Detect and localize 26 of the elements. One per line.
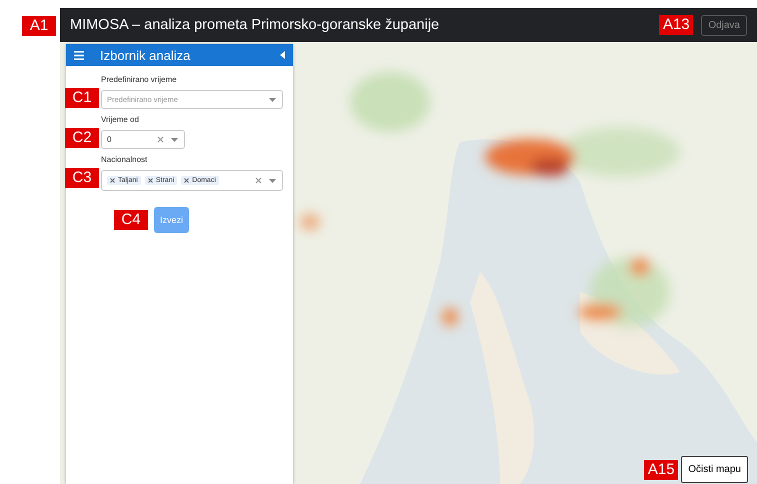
callout-label: C3: [65, 168, 99, 188]
sidebar-title: Izbornik analiza: [100, 48, 192, 62]
clear-icon: [157, 136, 164, 143]
callout-label: A15: [644, 460, 678, 480]
menu-icon: [74, 50, 84, 60]
select-value: 0: [107, 135, 112, 144]
logout-button[interactable]: Odjava: [701, 14, 747, 36]
remove-icon: [184, 178, 190, 183]
callout-label: C2: [65, 128, 99, 148]
caret-icon: [268, 96, 277, 102]
caret-icon: [268, 178, 277, 184]
field-label: Nacionalnost: [101, 155, 148, 164]
remove-icon: [110, 178, 115, 183]
clear-icon: [255, 177, 262, 184]
field-label: Predefinirano vrijeme: [101, 75, 178, 84]
field-label: Vrijeme od: [101, 115, 140, 124]
clear-map-button[interactable]: Očisti mapu: [681, 456, 748, 483]
callout-label: C4: [114, 210, 148, 230]
callout-label: A1: [22, 16, 56, 36]
remove-icon: [148, 178, 153, 183]
app-title: MIMOSA – analiza prometa Primorsko-goranske županije: [70, 17, 440, 33]
select-field[interactable]: 0: [101, 130, 185, 149]
caret-icon: [170, 136, 179, 142]
callout-label: A13: [659, 15, 694, 35]
collapse-icon: [280, 51, 285, 59]
callout-label: C1: [65, 88, 99, 108]
